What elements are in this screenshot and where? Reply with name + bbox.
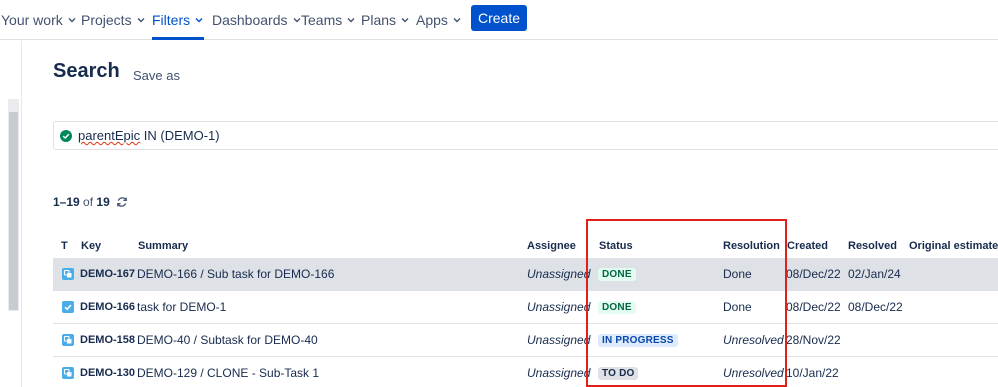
nav-teams[interactable]: Teams xyxy=(301,0,356,40)
subtask-icon xyxy=(62,268,74,280)
nav-label: Dashboards xyxy=(212,12,288,28)
issue-key-link[interactable]: DEMO-166 xyxy=(80,291,135,323)
refresh-icon[interactable] xyxy=(116,196,128,208)
scrollbar-thumb[interactable] xyxy=(9,112,18,310)
create-button[interactable]: Create xyxy=(471,5,527,31)
issue-type-cell xyxy=(62,291,74,323)
nav-label: Apps xyxy=(416,12,448,28)
chevron-down-icon xyxy=(347,18,355,23)
results-range: 1–19 xyxy=(53,195,80,209)
table-row[interactable]: DEMO-167 DEMO-166 / Sub task for DEMO-16… xyxy=(53,258,998,291)
chevron-down-icon xyxy=(137,18,145,23)
nav-label: Plans xyxy=(361,12,397,28)
issue-type-cell xyxy=(62,324,74,356)
column-header-summary[interactable]: Summary xyxy=(138,240,188,252)
status-lozenge: DONE xyxy=(598,267,636,281)
nav-apps[interactable]: Apps xyxy=(416,0,462,40)
resolution-cell: Done xyxy=(723,267,752,281)
nav-filters[interactable]: Filters xyxy=(152,0,205,40)
column-header-resolution[interactable]: Resolution xyxy=(723,240,780,252)
column-header-key[interactable]: Key xyxy=(81,240,101,252)
column-header-assignee[interactable]: Assignee xyxy=(527,240,576,252)
created-cell: 28/Nov/22 xyxy=(786,333,841,347)
status-lozenge: TO DO xyxy=(598,366,639,380)
nav-your-work[interactable]: Your work xyxy=(1,0,77,40)
status-cell: DONE xyxy=(598,258,636,290)
nav-plans[interactable]: Plans xyxy=(361,0,410,40)
table-row[interactable]: DEMO-130 DEMO-129 / CLONE - Sub-Task 1 U… xyxy=(53,357,998,387)
top-navigation: Your work Projects Filters Dashboards Te… xyxy=(0,0,998,40)
status-cell: DONE xyxy=(598,291,636,323)
results-of: of xyxy=(79,195,97,209)
chevron-down-icon xyxy=(195,18,203,23)
issue-summary-link[interactable]: task for DEMO-1 xyxy=(137,291,226,323)
resolution-cell: Unresolved xyxy=(723,366,784,380)
jql-clause: IN (DEMO-1) xyxy=(140,128,220,143)
column-header-resolved[interactable]: Resolved xyxy=(848,240,897,252)
created-cell: 08/Dec/22 xyxy=(786,300,841,314)
created-cell: 10/Jan/22 xyxy=(786,366,839,380)
assignee-cell: Unassigned xyxy=(527,366,591,380)
nav-label: Teams xyxy=(301,12,343,28)
save-as-button[interactable]: Save as xyxy=(133,68,180,83)
issue-key-link[interactable]: DEMO-130 xyxy=(80,357,135,387)
chevron-down-icon xyxy=(293,18,300,23)
resolution-cell: Done xyxy=(723,300,752,314)
jql-search-input[interactable]: parentEpic IN (DEMO-1) xyxy=(53,121,998,150)
issue-type-cell xyxy=(62,258,74,290)
column-header-type[interactable]: T xyxy=(61,240,68,252)
issue-key-link[interactable]: DEMO-158 xyxy=(80,324,135,356)
nav-dashboards[interactable]: Dashboards xyxy=(212,0,302,40)
assignee-cell: Unassigned xyxy=(527,267,591,281)
chevron-down-icon xyxy=(453,18,461,23)
resolved-cell: 02/Jan/24 xyxy=(848,267,901,281)
nav-label: Your work xyxy=(1,12,63,28)
check-circle-icon xyxy=(60,129,72,142)
table-row[interactable]: DEMO-158 DEMO-40 / Subtask for DEMO-40 U… xyxy=(53,324,998,357)
column-header-original-estimate[interactable]: Original estimate xyxy=(909,240,998,252)
results-total: 19 xyxy=(96,195,110,209)
status-cell: IN PROGRESS xyxy=(598,324,678,356)
resolution-cell: Unresolved xyxy=(723,333,784,347)
issue-key-link[interactable]: DEMO-167 xyxy=(80,258,135,290)
issue-summary-link[interactable]: DEMO-129 / CLONE - Sub-Task 1 xyxy=(137,357,319,387)
column-header-created[interactable]: Created xyxy=(787,240,828,252)
column-header-status[interactable]: Status xyxy=(599,240,633,252)
assignee-cell: Unassigned xyxy=(527,300,591,314)
issue-summary-link[interactable]: DEMO-40 / Subtask for DEMO-40 xyxy=(137,324,318,356)
resolved-cell: 08/Dec/22 xyxy=(848,300,903,314)
issue-summary-link[interactable]: DEMO-166 / Sub task for DEMO-166 xyxy=(137,258,334,290)
status-lozenge: DONE xyxy=(598,300,636,314)
assignee-cell: Unassigned xyxy=(527,333,591,347)
task-icon xyxy=(62,301,74,313)
chevron-down-icon xyxy=(68,18,76,23)
table-row[interactable]: DEMO-166 task for DEMO-1 Unassigned DONE… xyxy=(53,291,998,324)
nav-label: Projects xyxy=(81,12,132,28)
chevron-down-icon xyxy=(401,18,409,23)
created-cell: 08/Dec/22 xyxy=(786,267,841,281)
jql-field-name: parentEpic xyxy=(78,128,141,143)
nav-projects[interactable]: Projects xyxy=(81,0,146,40)
issue-type-cell xyxy=(62,357,74,387)
nav-label: Filters xyxy=(152,12,191,28)
status-lozenge: IN PROGRESS xyxy=(598,333,678,347)
page-title: Search xyxy=(53,60,120,82)
results-count: 1–19 of 19 xyxy=(53,195,128,209)
jql-query-text: parentEpic IN (DEMO-1) xyxy=(78,128,220,143)
subtask-icon xyxy=(62,367,74,379)
subtask-icon xyxy=(62,334,74,346)
status-cell: TO DO xyxy=(598,357,639,387)
